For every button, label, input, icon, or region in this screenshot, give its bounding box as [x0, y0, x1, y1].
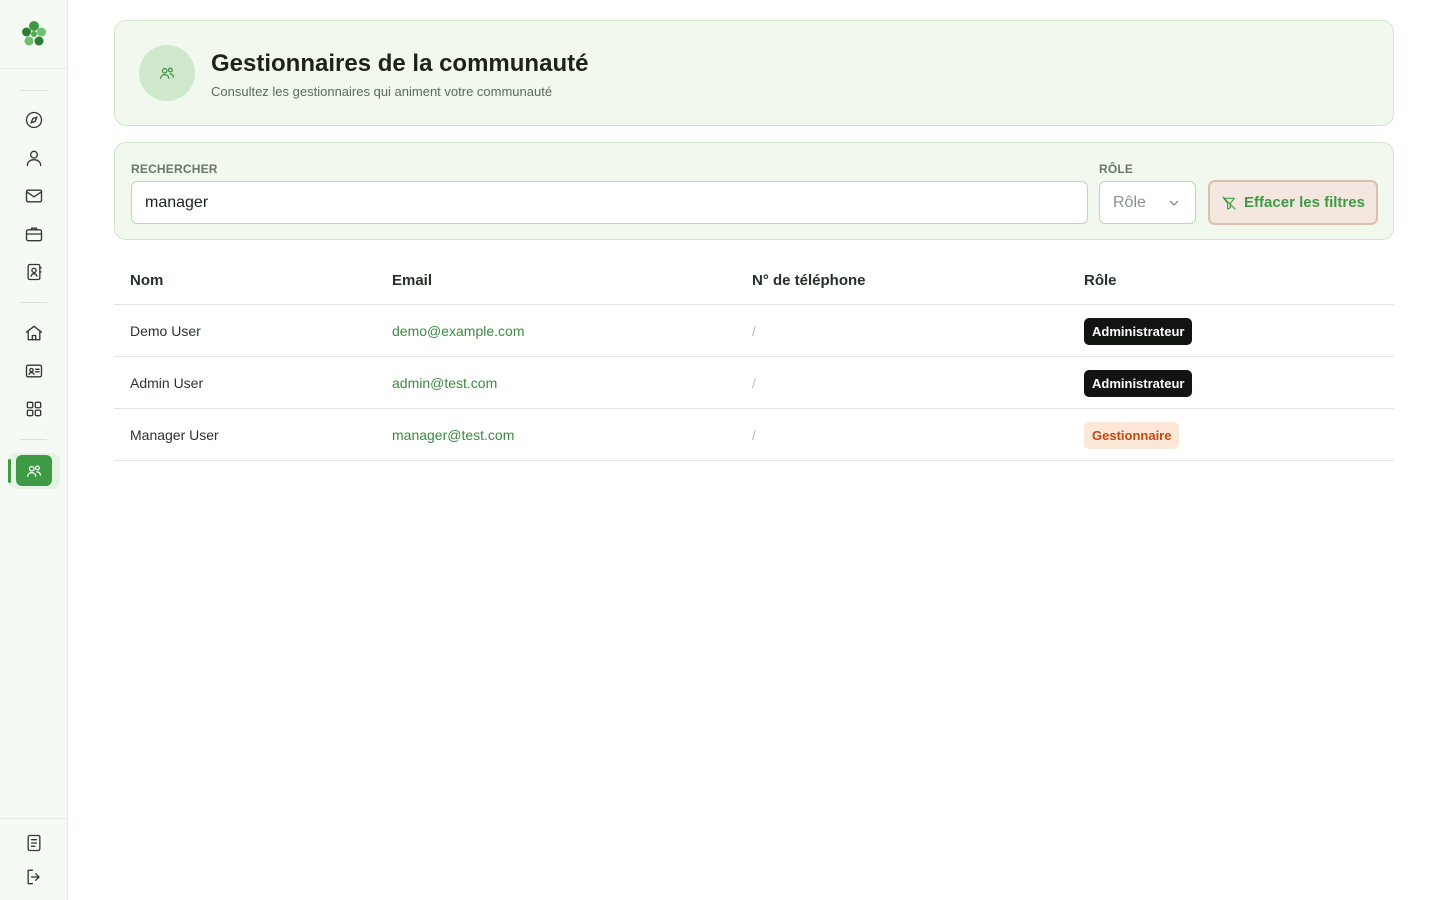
search-input[interactable]	[131, 181, 1088, 224]
sidebar-divider	[20, 302, 47, 303]
table-row[interactable]: Manager User manager@test.com / Gestionn…	[114, 409, 1394, 461]
page-header: Gestionnaires de la communauté Consultez…	[114, 20, 1394, 126]
column-header-email[interactable]: Email	[392, 272, 432, 289]
role-select[interactable]: Rôle	[1099, 181, 1196, 224]
managers-table: Nom Email N° de téléphone Rôle Demo User…	[114, 256, 1394, 461]
row-phone: /	[752, 323, 756, 339]
clear-filters-button[interactable]: Effacer les filtres	[1208, 180, 1378, 225]
sidebar-item-community-managers[interactable]	[16, 455, 52, 486]
search-label: RECHERCHER	[131, 162, 218, 176]
sidebar-divider	[20, 439, 47, 440]
community-managers-icon	[26, 464, 42, 477]
row-email[interactable]: manager@test.com	[392, 427, 514, 443]
user-icon[interactable]	[22, 146, 46, 170]
sidebar-active-indicator	[8, 459, 11, 483]
row-phone: /	[752, 375, 756, 391]
row-name: Admin User	[130, 375, 204, 391]
role-label: RÔLE	[1099, 162, 1134, 176]
grid-icon[interactable]	[22, 397, 46, 421]
filter-panel: RECHERCHER RÔLE Rôle Effacer les filtres	[114, 142, 1394, 240]
table-row[interactable]: Admin User admin@test.com / Administrate…	[114, 357, 1394, 409]
community-managers-icon	[160, 67, 175, 79]
contact-book-icon[interactable]	[22, 260, 46, 284]
sidebar-divider	[20, 90, 47, 91]
compass-icon[interactable]	[22, 108, 46, 132]
briefcase-icon[interactable]	[22, 222, 46, 246]
column-header-role[interactable]: Rôle	[1084, 272, 1117, 289]
filter-clear-icon	[1222, 195, 1236, 210]
table-row[interactable]: Demo User demo@example.com / Administrat…	[114, 305, 1394, 357]
chevron-down-icon	[1169, 200, 1179, 206]
home-icon[interactable]	[22, 321, 46, 345]
page-subtitle: Consultez les gestionnaires qui animent …	[211, 84, 553, 99]
row-name: Manager User	[130, 427, 219, 443]
column-header-phone[interactable]: N° de téléphone	[752, 272, 866, 289]
header-avatar	[139, 45, 195, 101]
table-header: Nom Email N° de téléphone Rôle	[114, 256, 1394, 305]
role-badge: Administrateur	[1084, 318, 1193, 345]
row-name: Demo User	[130, 323, 201, 339]
row-phone: /	[752, 427, 756, 443]
role-badge: Administrateur	[1084, 370, 1193, 397]
sidebar	[0, 0, 68, 900]
sidebar-divider	[0, 818, 67, 819]
id-card-icon[interactable]	[22, 359, 46, 383]
column-header-name[interactable]: Nom	[130, 272, 163, 289]
document-icon[interactable]	[22, 831, 46, 855]
page-title: Gestionnaires de la communauté	[211, 50, 589, 77]
logout-icon[interactable]	[22, 865, 46, 889]
row-email[interactable]: admin@test.com	[392, 375, 497, 391]
clear-filters-label: Effacer les filtres	[1244, 194, 1365, 211]
mail-icon[interactable]	[22, 184, 46, 208]
row-email[interactable]: demo@example.com	[392, 323, 525, 339]
logo-icon[interactable]	[19, 19, 49, 49]
sidebar-divider	[0, 68, 67, 69]
role-select-value: Rôle	[1113, 193, 1146, 211]
role-badge: Gestionnaire	[1084, 422, 1180, 449]
